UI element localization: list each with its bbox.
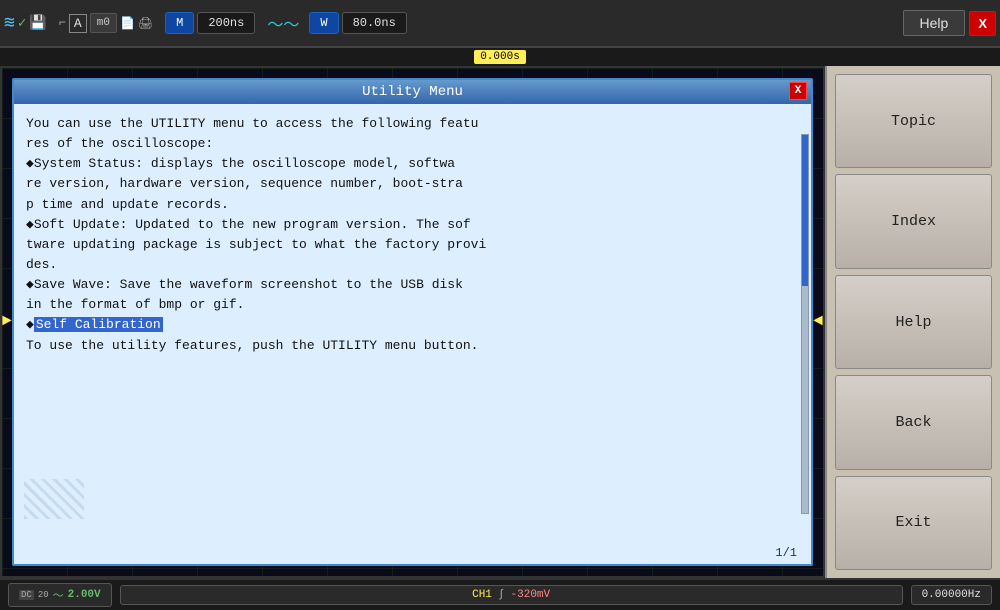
frequency-display: 0.00000Hz bbox=[922, 589, 981, 601]
dialog-scrollbar[interactable] bbox=[801, 134, 809, 514]
trigger-icon: ⌐ bbox=[59, 16, 66, 30]
exit-button[interactable]: Exit bbox=[835, 476, 992, 570]
toolbar-wave-group: 〜〜 bbox=[267, 11, 299, 35]
save-icon: 📄 bbox=[120, 16, 135, 31]
close-top-button[interactable]: X bbox=[969, 11, 996, 36]
time-offset-bar: 0.000s bbox=[0, 48, 1000, 66]
print-icon: 🖨 bbox=[138, 16, 153, 31]
dialog-content: You can use the UTILITY menu to access t… bbox=[14, 104, 811, 544]
dc-badge: DC bbox=[19, 590, 34, 600]
intro-text: You can use the UTILITY menu to access t… bbox=[26, 116, 478, 151]
ch1-label: CH1 bbox=[472, 589, 492, 601]
back-button[interactable]: Back bbox=[835, 375, 992, 469]
right-connector: ◄ bbox=[813, 312, 823, 330]
dialog-body-text: You can use the UTILITY menu to access t… bbox=[26, 114, 799, 356]
dialog-watermark bbox=[24, 479, 84, 519]
toolbar-window-group: W 80.0ns bbox=[309, 12, 406, 34]
toolbar-left-icons: ≋ ✓ 💾 bbox=[4, 12, 47, 34]
main-content: ► ◄ Utility Menu X You can use the UTILI… bbox=[0, 66, 1000, 578]
trigger-a-label: A bbox=[69, 14, 87, 33]
status-wave-icon: 〜 bbox=[53, 587, 64, 603]
dialog-close-button[interactable]: X bbox=[789, 82, 807, 100]
left-connector: ► bbox=[2, 312, 12, 330]
time-window-display: 80.0ns bbox=[342, 12, 407, 34]
system-status-text: ◆System Status: displays the oscilloscop… bbox=[26, 156, 463, 211]
window-label: W bbox=[309, 12, 338, 34]
scrollbar-thumb[interactable] bbox=[802, 135, 808, 286]
topic-button[interactable]: Topic bbox=[835, 74, 992, 168]
help-panel-help-button[interactable]: Help bbox=[835, 275, 992, 369]
check-icon: ✓ bbox=[18, 15, 26, 32]
scope-screen: ► ◄ Utility Menu X You can use the UTILI… bbox=[0, 66, 825, 578]
self-cal-text: ◆Self Calibration bbox=[26, 317, 163, 332]
slash-symbol: ∫ bbox=[498, 589, 505, 601]
dialog-titlebar: Utility Menu X bbox=[14, 80, 811, 104]
save-wave-text: ◆Save Wave: Save the waveform screenshot… bbox=[26, 277, 463, 312]
mv-value-display: -320mV bbox=[511, 589, 551, 601]
index-button[interactable]: Index bbox=[835, 174, 992, 268]
page-indicator: 1/1 bbox=[775, 546, 797, 560]
toolbar-mode-group: M 200ns bbox=[165, 12, 255, 34]
m0-button[interactable]: m0 bbox=[90, 13, 117, 33]
time-main-display: 200ns bbox=[197, 12, 255, 34]
mode-label: M bbox=[165, 12, 194, 34]
status-bar: DC 20 〜 2.00V CH1 ∫ -320mV 0.00000Hz bbox=[0, 578, 1000, 610]
soft-update-text: ◆Soft Update: Updated to the new program… bbox=[26, 217, 486, 272]
voltage-display: 2.00V bbox=[68, 589, 101, 601]
utility-dialog: Utility Menu X You can use the UTILITY m… bbox=[12, 78, 813, 566]
channel-status-pill: DC 20 〜 2.00V bbox=[8, 583, 112, 607]
toolbar-right-group: Help X bbox=[903, 10, 996, 36]
ch1-status-pill: CH1 ∫ -320mV bbox=[120, 585, 903, 605]
floppy-icon: 💾 bbox=[29, 15, 46, 32]
frequency-pill: 0.00000Hz bbox=[911, 585, 992, 605]
help-panel: Topic Index Help Back Exit bbox=[825, 66, 1000, 578]
help-button[interactable]: Help bbox=[903, 10, 966, 36]
footer-text: To use the utility features, push the UT… bbox=[26, 338, 478, 353]
toolbar-trigger-group: ⌐ A m0 📄 🖨 bbox=[59, 13, 153, 33]
coupling-value: 20 bbox=[38, 590, 49, 600]
wave-symbol: 〜〜 bbox=[267, 11, 299, 35]
self-calibration-link[interactable]: Self Calibration bbox=[34, 317, 163, 332]
dialog-title: Utility Menu bbox=[362, 84, 463, 100]
wave-icon: ≋ bbox=[4, 12, 15, 34]
toolbar: ≋ ✓ 💾 ⌐ A m0 📄 🖨 M 200ns 〜〜 W 80.0ns Hel… bbox=[0, 0, 1000, 48]
time-offset-marker: 0.000s bbox=[474, 50, 526, 64]
dialog-footer: 1/1 bbox=[14, 544, 811, 564]
